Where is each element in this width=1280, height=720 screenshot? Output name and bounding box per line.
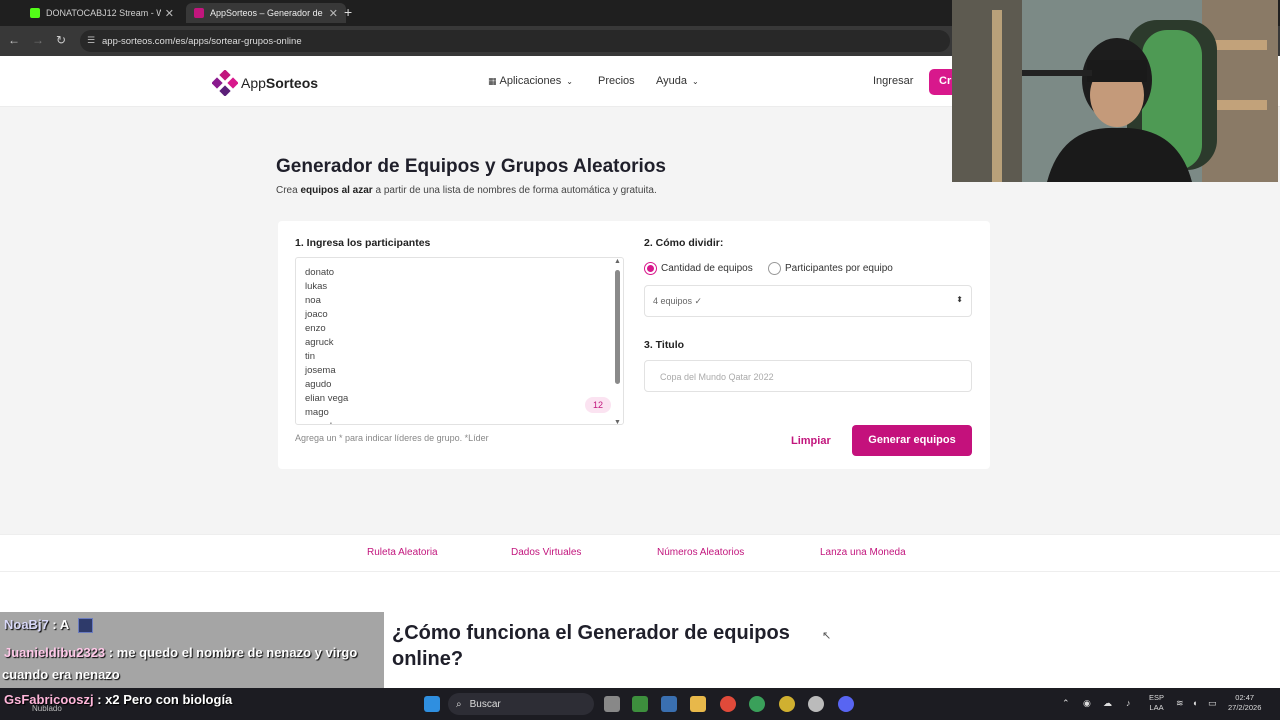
mouse-pointer-icon: ↖ [822, 630, 832, 642]
volume-icon[interactable]: ◖ [1192, 698, 1197, 708]
back-icon[interactable]: ← [8, 33, 20, 47]
apps-grid-icon: ▦ [488, 75, 496, 86]
language-indicator[interactable]: ESP LAA [1149, 693, 1164, 713]
tray-app-icon[interactable]: ◉ [1083, 698, 1091, 709]
new-tab-icon[interactable]: + [344, 4, 352, 20]
title-input[interactable]: Copa del Mundo Qatar 2022 [644, 360, 972, 392]
link-moneda[interactable]: Lanza una Moneda [820, 547, 906, 558]
chat-message: NoaBj7 : A [4, 617, 94, 634]
chevron-down-icon: ⌄ [566, 76, 573, 86]
link-ruleta[interactable]: Ruleta Aleatoria [367, 547, 438, 558]
generate-teams-button[interactable]: Generar equipos [852, 425, 972, 456]
search-icon: ⌕ [456, 698, 462, 710]
webcam-image [952, 0, 1278, 182]
forward-icon[interactable]: → [32, 33, 44, 47]
participants-list: donato lukas noa joaco enzo agruck tin j… [305, 266, 349, 424]
tab-kick-stream[interactable]: DONATOCABJ12 Stream - Watc ✕ [22, 3, 182, 23]
file-explorer-icon[interactable] [690, 696, 706, 712]
chrome-icon[interactable] [749, 696, 765, 712]
participant-name: agruck [305, 337, 334, 348]
participant-name: lukas [305, 281, 328, 292]
participant-name: sussel [305, 420, 348, 424]
taskbar-clock[interactable]: 02:47 27/2/2026 [1228, 693, 1261, 713]
team-count-select[interactable]: 4 equipos ✓ ⬍ [644, 285, 972, 317]
radio-unselected-icon[interactable] [768, 262, 781, 275]
appsorteos-favicon-icon [194, 8, 204, 18]
chat-emote-icon [78, 618, 94, 634]
nav-precios[interactable]: Precios [598, 75, 635, 87]
clear-button[interactable]: Limpiar [791, 435, 831, 447]
scrollbar-thumb[interactable] [615, 270, 620, 384]
close-tab-icon[interactable]: ✕ [165, 7, 174, 20]
calculator-icon[interactable] [661, 696, 677, 712]
chrome-icon[interactable] [720, 696, 736, 712]
battery-icon[interactable]: ▭ [1208, 698, 1217, 709]
participants-label: 1. Ingresa los participantes [295, 237, 431, 249]
participant-name: donato [305, 267, 335, 278]
wifi-icon[interactable]: ≋ [1176, 698, 1184, 709]
divide-label: 2. Cómo dividir: [644, 237, 724, 249]
windows-start-icon[interactable] [424, 696, 440, 712]
participant-name: tin [305, 351, 316, 362]
appsorteos-logo-icon [212, 70, 238, 96]
how-it-works-heading: ¿Cómo funciona el Generador de equipos o… [392, 622, 790, 670]
radio-participants-per-team[interactable]: Participantes por equipo [768, 262, 893, 275]
nav-ayuda[interactable]: Ayuda ⌄ [656, 75, 699, 87]
related-apps-bar: Ruleta Aleatoria Dados Virtuales Números… [0, 534, 1280, 572]
chat-message: Juanieldibu2323 : me quedo el nombre de … [4, 645, 358, 660]
participant-name: elian vega [305, 393, 349, 404]
participant-name: noa [305, 295, 321, 306]
page-subtitle: Crea equipos al azar a partir de una lis… [276, 185, 657, 196]
title-label: 3. Titulo [644, 339, 685, 351]
webcam-overlay [952, 0, 1278, 182]
tray-network-app-icon[interactable]: ☁ [1103, 698, 1112, 709]
app-icon[interactable] [632, 696, 648, 712]
close-tab-icon[interactable]: ✕ [329, 7, 338, 20]
chat-message-continuation: cuando era nenazo [2, 667, 120, 682]
team-generator-form: 1. Ingresa los participantes donato luka… [278, 221, 990, 469]
taskbar-search[interactable]: ⌕ Buscar [448, 693, 594, 715]
participant-name: joaco [305, 309, 328, 320]
participants-textarea[interactable]: donato lukas noa joaco enzo agruck tin j… [295, 257, 624, 425]
tray-chevron-up-icon[interactable]: ⌃ [1062, 698, 1070, 709]
select-arrows-icon: ⬍ [956, 295, 963, 304]
textarea-scrollbar[interactable]: ▲ ▼ [614, 258, 621, 424]
participant-name: enzo [305, 323, 326, 334]
discord-icon[interactable] [838, 696, 854, 712]
tab-appsorteos[interactable]: AppSorteos – Generador de Eq ✕ [186, 3, 346, 23]
login-link[interactable]: Ingresar [873, 75, 913, 87]
page-title: Generador de Equipos y Grupos Aleatorios [276, 156, 666, 177]
site-info-icon[interactable]: ☰ [87, 35, 95, 46]
microphone-icon[interactable]: ♪ [1126, 698, 1131, 708]
appsorteos-logo[interactable]: App Sorteos [212, 70, 318, 96]
scroll-down-icon[interactable]: ▼ [614, 419, 621, 424]
participant-name: josema [305, 365, 336, 376]
link-dados[interactable]: Dados Virtuales [511, 547, 581, 558]
task-view-icon[interactable] [604, 696, 620, 712]
nav-aplicaciones[interactable]: ▦ Aplicaciones ⌄ [488, 75, 573, 87]
chrome-icon[interactable] [779, 696, 795, 712]
leader-hint: Agrega un * para indicar líderes de grup… [295, 433, 489, 443]
stream-chat-overlay: NoaBj7 : A Juanieldibu2323 : me quedo el… [0, 612, 384, 688]
chat-message: GsFabricooszj : x2 Pero con biología [4, 692, 233, 707]
participant-count-badge: 12 [585, 397, 611, 413]
radio-selected-icon[interactable] [644, 262, 657, 275]
participant-name: agudo [305, 379, 332, 390]
kick-favicon-icon [30, 8, 40, 18]
url-field[interactable]: ☰ app-sorteos.com/es/apps/sortear-grupos… [80, 30, 950, 52]
participant-name: mago [305, 407, 329, 418]
link-numeros[interactable]: Números Aleatorios [657, 547, 744, 558]
chevron-down-icon: ⌄ [692, 76, 699, 86]
obs-icon[interactable] [808, 696, 824, 712]
scroll-up-icon[interactable]: ▲ [614, 258, 621, 265]
reload-icon[interactable]: ↻ [56, 33, 66, 47]
radio-team-count[interactable]: Cantidad de equipos [644, 262, 753, 275]
